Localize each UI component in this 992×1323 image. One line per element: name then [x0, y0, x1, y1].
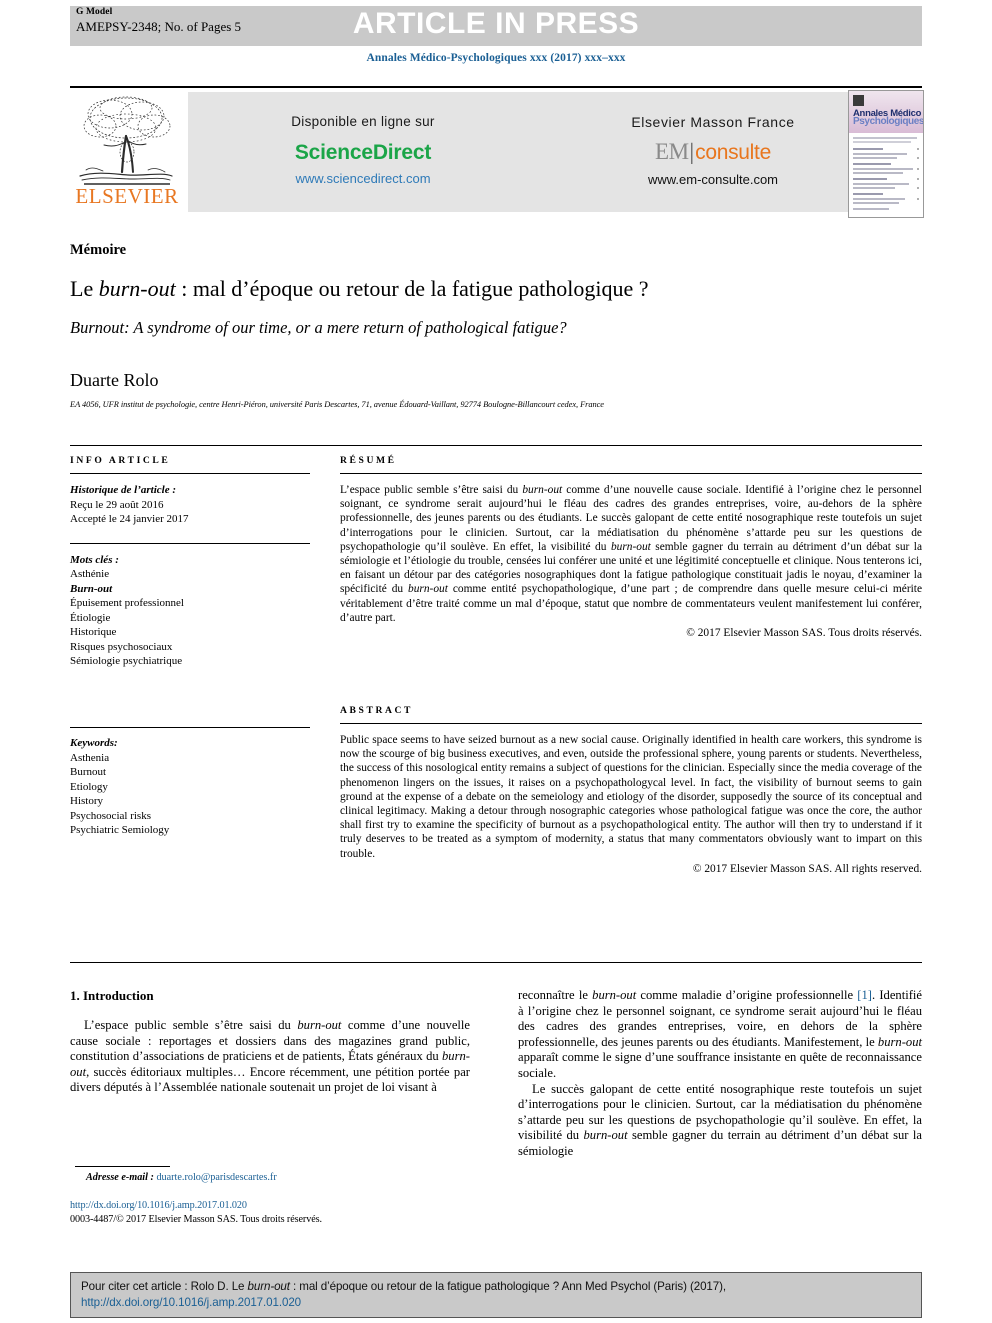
how-to-cite-box: Pour citer cet article : Rolo D. Le burn… — [70, 1272, 922, 1318]
article-section-type: Mémoire — [70, 242, 127, 258]
body-column-left: 1. Introduction L’espace public semble s… — [70, 988, 470, 1096]
sciencedirect-logo: ScienceDirect — [294, 141, 432, 164]
keyword-fr-item: Risques psychosociaux — [70, 640, 173, 653]
cite-middle: : mal d’époque ou retour de la fatigue p… — [289, 1280, 727, 1293]
sciencedirect-url-link[interactable]: www.sciencedirect.com — [188, 171, 538, 186]
email-link[interactable]: duarte.rolo@parisdescartes.fr — [156, 1172, 276, 1183]
keywords-en-group: Keywords: Asthenia Burnout Etiology Hist… — [70, 736, 310, 838]
cover-title-line2: Psychologiques — [853, 116, 924, 127]
intro-r-italic-2: burn-out — [877, 1034, 922, 1049]
info-article-column: INFO ARTICLE Historique de l’article : R… — [70, 455, 310, 669]
keyword-en-item: History — [70, 795, 103, 807]
abstract-text: Public space seems to have seized burnou… — [340, 734, 922, 860]
keyword-en-item: Psychosocial risks — [70, 809, 151, 822]
keywords-en-rule — [70, 727, 310, 728]
reference-link-1[interactable]: [1] — [857, 988, 872, 1002]
section-heading-introduction: 1. Introduction — [70, 988, 154, 1003]
title-fr-post: : mal d’époque ou retour de la fatigue p… — [175, 276, 649, 301]
masthead-gray-box: Disponible en ligne sur ScienceDirect ww… — [188, 92, 888, 212]
keyword-en-item: Etiology — [70, 780, 108, 793]
intro-italic-1: burn-out — [297, 1018, 342, 1032]
resume-italic-1: burn-out — [522, 484, 563, 496]
keywords-fr-group: Mots clés : Asthénie Burn-out Épuisement… — [70, 553, 310, 669]
journal-masthead: ELSEVIER Disponible en ligne sur Science… — [70, 86, 924, 218]
em-consulte-logo: EM|consulte — [538, 139, 888, 166]
em-consulte-url-link[interactable]: www.em-consulte.com — [538, 172, 888, 187]
intro-paragraph-right-2: Le succès galopant de cette entité nosog… — [518, 1082, 922, 1160]
intro-r-italic-1: burn-out — [592, 988, 637, 1002]
keyword-en-item: Burnout — [70, 766, 107, 778]
intro-r2-italic-1: burn-out — [583, 1128, 628, 1143]
intro-r-seg-4: apparaît comme le signe d’une souffrance… — [518, 1050, 922, 1080]
info-article-rule — [70, 473, 310, 474]
cite-doi-link[interactable]: http://dx.doi.org/10.1016/j.amp.2017.01.… — [81, 1296, 301, 1309]
article-history-group: Historique de l’article : Reçu le 29 aoû… — [70, 483, 310, 527]
page-title: Le burn-out : mal d’époque ou retour de … — [70, 276, 870, 302]
corresponding-email-line: Adresse e-mail : duarte.rolo@parisdescar… — [86, 1172, 277, 1183]
resume-copyright: © 2017 Elsevier Masson SAS. Tous droits … — [686, 627, 922, 640]
resume-text: L’espace public semble s’être saisi du b… — [340, 483, 922, 625]
doi-link[interactable]: http://dx.doi.org/10.1016/j.amp.2017.01.… — [70, 1200, 247, 1211]
received-date: Reçu le 29 août 2016 — [70, 498, 164, 511]
elsevier-wordmark: ELSEVIER — [75, 184, 179, 208]
keyword-fr-item: Sémiologie psychiatrique — [70, 655, 183, 667]
cover-publisher-mark-icon — [853, 95, 864, 106]
body-column-right: reconnaître le burn-out comme maladie d’… — [518, 988, 922, 1160]
resume-column: RÉSUMÉ L’espace public semble s’être sai… — [340, 455, 922, 640]
keyword-fr-item: Épuisement professionnel — [70, 597, 184, 609]
intro-seg-1: L’espace public semble s’être saisi du — [84, 1018, 298, 1032]
intro-r-seg-1: reconnaître le — [518, 988, 593, 1002]
em-logo-em-part: EM — [655, 139, 689, 164]
keyword-en-item: Asthenia — [70, 751, 110, 764]
keyword-fr-item: Burn-out — [70, 582, 113, 595]
issn-copyright-line: 0003-4487/© 2017 Elsevier Masson SAS. To… — [70, 1214, 322, 1225]
abstract-copyright: © 2017 Elsevier Masson SAS. All rights r… — [692, 862, 922, 875]
page-title-english: Burnout: A syndrome of our time, or a me… — [70, 318, 567, 337]
journal-cover-thumbnail: Annales Médico Psychologiques — [848, 90, 924, 218]
resume-rule — [340, 473, 922, 474]
available-online-label: Disponible en ligne sur — [291, 114, 435, 129]
cite-italic: burn-out — [247, 1280, 290, 1293]
em-consulte-block: Elsevier Masson France EM|consulte www.e… — [538, 92, 888, 212]
abstract-column: ABSTRACT Public space seems to have seiz… — [340, 705, 922, 876]
author-name: Duarte Rolo — [70, 370, 159, 390]
article-in-press-text: ARTICLE IN PRESS — [352, 7, 640, 40]
footnote-rule — [75, 1166, 170, 1167]
em-logo-consulte-part: consulte — [695, 141, 771, 164]
resume-seg-1: L’espace public semble s’être saisi du — [340, 484, 523, 496]
title-fr-italic: burn-out — [98, 276, 176, 301]
sciencedirect-block: Disponible en ligne sur ScienceDirect ww… — [188, 92, 538, 212]
info-article-heading: INFO ARTICLE — [70, 455, 171, 466]
keywords-en-label: Keywords: — [70, 737, 118, 749]
elsevier-masson-france-label: Elsevier Masson France — [631, 114, 795, 130]
cite-prefix: Pour citer cet article : Rolo D. Le — [81, 1280, 248, 1293]
abstract-heading: ABSTRACT — [340, 705, 414, 716]
intro-paragraph-left: L’espace public semble s’être saisi du b… — [70, 1018, 470, 1096]
accepted-date: Accepté le 24 janvier 2017 — [70, 513, 189, 525]
keywords-en-column: Keywords: Asthenia Burnout Etiology Hist… — [70, 727, 310, 838]
intro-r-seg-2: comme maladie d’origine professionnelle — [636, 988, 858, 1002]
author-affiliation: EA 4056, UFR institut de psychologie, ce… — [70, 400, 604, 409]
keyword-fr-item: Asthénie — [70, 568, 110, 580]
resume-italic-3: burn-out — [408, 583, 448, 596]
title-fr-pre: Le — [70, 276, 99, 301]
keywords-fr-label: Mots clés : — [70, 553, 119, 566]
journal-citation-line: Annales Médico-Psychologiques xxx (2017)… — [366, 52, 626, 64]
intro-paragraph-right-1: reconnaître le burn-out comme maladie d’… — [518, 988, 922, 1082]
how-to-cite-text: Pour citer cet article : Rolo D. Le burn… — [81, 1279, 911, 1311]
body-top-rule — [70, 962, 922, 963]
abstract-rule — [340, 723, 922, 724]
resume-italic-2: burn-out — [610, 540, 651, 553]
keywords-rule — [70, 542, 310, 544]
keyword-en-item: Psychiatric Semiology — [70, 824, 170, 836]
keyword-fr-item: Étiologie — [70, 611, 111, 624]
keyword-fr-item: Historique — [70, 626, 117, 638]
intro-seg-3: , succès éditoriaux multiples… Encore ré… — [70, 1064, 470, 1095]
article-page: G Model AMEPSY-2348; No. of Pages 5 ARTI… — [0, 0, 992, 1323]
resume-heading: RÉSUMÉ — [340, 455, 397, 466]
article-history-label: Historique de l’article : — [70, 484, 177, 496]
abstract-area-top-rule — [70, 445, 922, 446]
email-label: Adresse e-mail : — [86, 1172, 154, 1183]
